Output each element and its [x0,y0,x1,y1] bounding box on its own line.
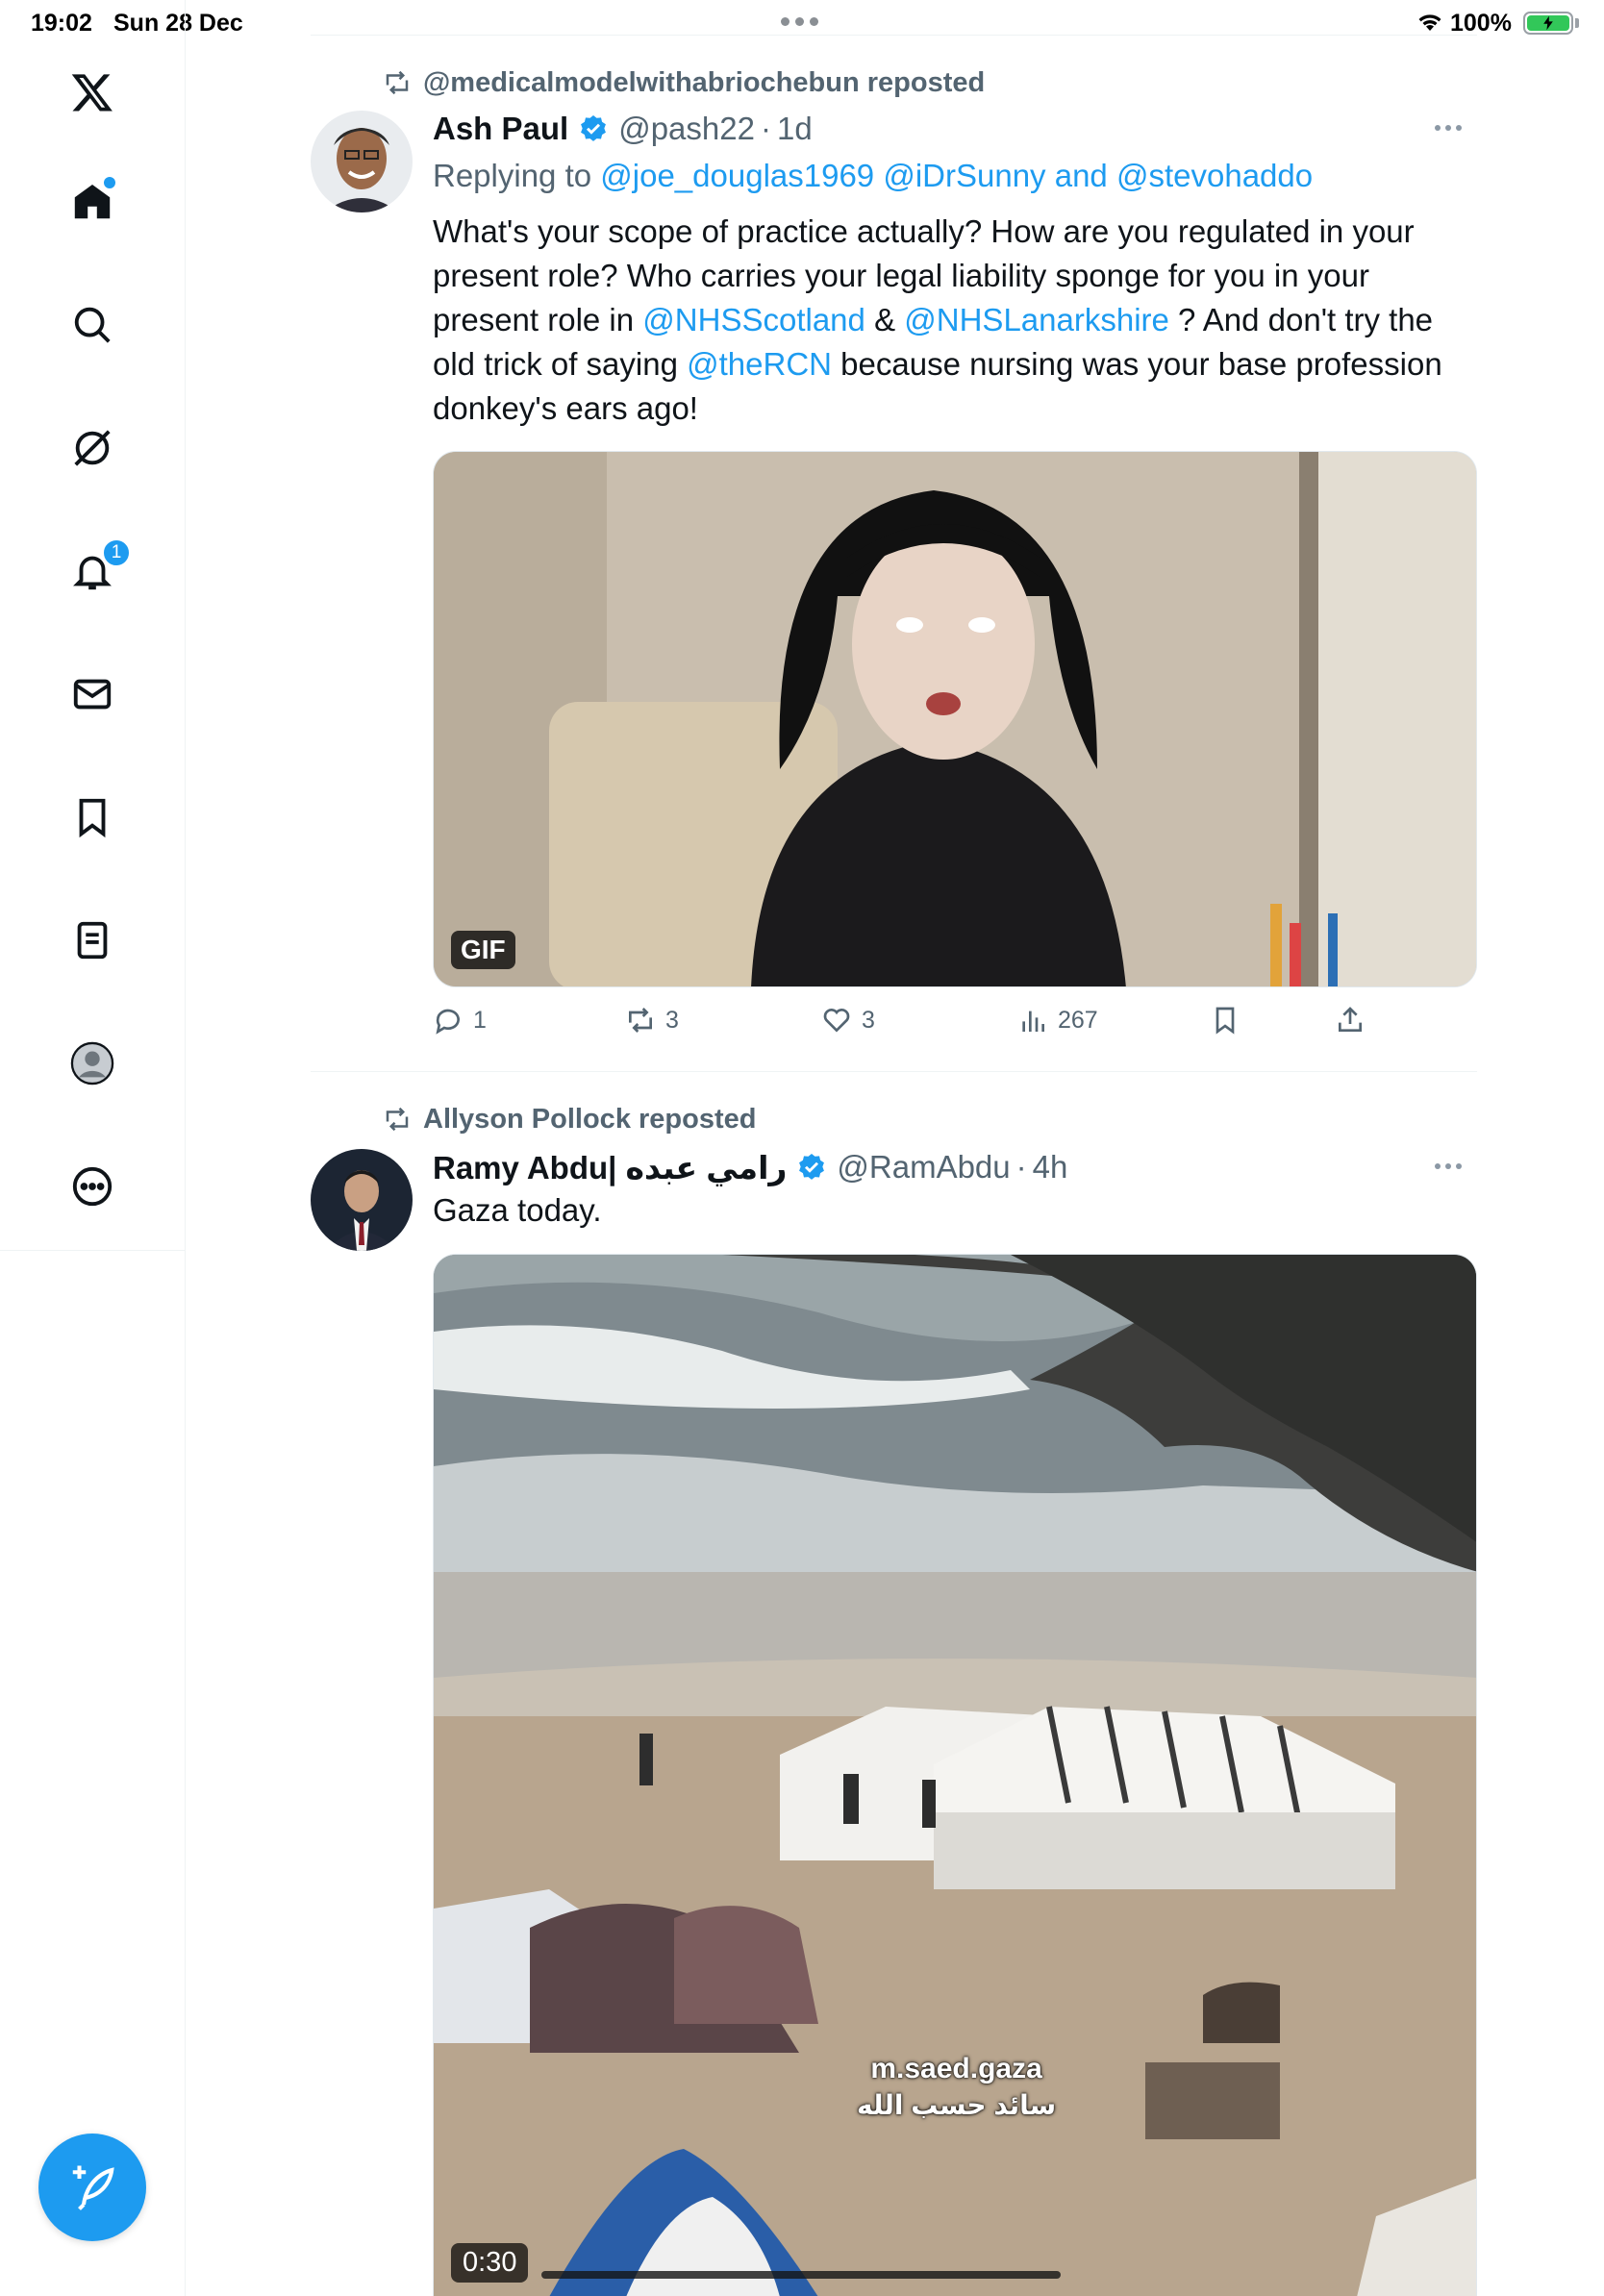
tweet-ash-paul[interactable]: @medicalmodelwithabriochebun reposted As… [311,58,1477,1072]
replying-to-mentions[interactable]: @joe_douglas1969 @iDrSunny [600,158,1045,193]
verified-badge-icon [799,1154,825,1180]
reply-count: 1 [473,1006,487,1034]
post-time[interactable]: 4h [1033,1149,1068,1185]
replying-to-prefix: Replying to [433,158,601,193]
gif-image [434,452,1476,986]
home-icon[interactable] [54,163,131,240]
status-bar: 19:02 Sun 28 Dec 100% [0,0,1604,44]
repost-label[interactable]: @medicalmodelwithabriochebun reposted [423,67,985,99]
video-watermark: m.saed.gaza سائد حسب الله [857,2053,1056,2121]
repost-label[interactable]: Allyson Pollock reposted [423,1104,756,1136]
tweet-video[interactable]: m.saed.gaza سائد حسب الله 0:30 [433,1254,1477,2296]
battery-percent: 100% [1450,10,1512,37]
tweet-actions: 1 3 3 267 [433,1005,1394,1043]
charging-bolt-icon [1543,15,1553,31]
gif-badge: GIF [451,931,515,969]
separator-dot: · [760,111,771,146]
multitasking-dots-icon[interactable] [781,17,818,26]
author-name[interactable]: Ash Paul [433,111,568,147]
share-button[interactable] [1335,1005,1366,1036]
video-progress-bar[interactable] [541,2271,1061,2279]
battery-nub [1575,18,1579,28]
mention-thercn[interactable]: @theRCN [687,346,832,382]
tweet-ramy-abdu[interactable]: Allyson Pollock reposted Ramy Abdu| رامي… [311,1094,1477,2296]
author-handle[interactable]: @RamAbdu [837,1149,1010,1185]
reply-button[interactable]: 1 [433,1005,487,1036]
compose-feather-icon [72,2165,114,2210]
search-icon[interactable] [54,287,131,363]
compose-post-button[interactable] [38,2134,146,2241]
views-button[interactable]: 267 [1017,1005,1098,1036]
video-frame [434,1255,1476,2296]
reply-icon [436,1009,460,1035]
repost-count: 3 [665,1006,679,1034]
author-name[interactable]: Ramy Abdu| رامي عبده [433,1149,787,1186]
more-options-icon[interactable] [54,1148,131,1225]
like-button[interactable]: 3 [821,1005,875,1036]
replying-to-last-mention[interactable]: @stevohaddo [1116,158,1313,193]
bookmark-icon [1216,1007,1235,1035]
header-divider [311,35,1477,36]
author-line: Ramy Abdu| رامي عبده @RamAbdu · 4h [433,1148,1067,1186]
messages-icon[interactable] [54,656,131,733]
lists-icon[interactable] [54,902,131,979]
notifications-icon[interactable]: 1 [54,533,131,610]
author-line: Ash Paul @pash22 · 1d [433,110,813,148]
like-count: 3 [862,1006,875,1034]
repost-icon [629,1008,652,1033]
tweet-text: Gaza today. [433,1192,602,1228]
grok-icon[interactable] [54,410,131,487]
home-unread-dot [104,177,115,188]
tweet-gif[interactable]: GIF [433,451,1477,987]
repost-indicator: @medicalmodelwithabriochebun reposted [383,65,985,100]
profile-avatar-icon[interactable] [54,1025,131,1102]
battery-icon [1523,12,1573,35]
bookmark-button[interactable] [1210,1005,1241,1036]
tweet-text-part: & [865,302,905,337]
tweet-text: What's your scope of practice actually? … [433,210,1477,431]
notifications-badge: 1 [102,538,131,567]
repost-indicator: Allyson Pollock reposted [383,1102,756,1136]
watermark-handle: m.saed.gaza [870,2053,1042,2084]
mention-nhslanarkshire[interactable]: @NHSLanarkshire [904,302,1169,337]
more-options-icon[interactable] [1419,113,1477,142]
sidebar: 1 [0,0,186,2296]
replying-to: Replying to @joe_douglas1969 @iDrSunny a… [433,158,1313,194]
more-options-icon[interactable] [1419,1152,1477,1181]
bookmarks-icon[interactable] [54,779,131,856]
repost-button[interactable]: 3 [625,1005,679,1036]
wifi-icon [1418,14,1441,31]
author-handle[interactable]: @pash22 [618,111,755,147]
x-logo-icon[interactable] [54,54,131,131]
verified-badge-icon [581,115,607,141]
tweet-divider [311,1071,1477,1072]
post-time[interactable]: 1d [777,111,813,147]
avatar[interactable] [311,1149,413,1251]
repost-icon [386,70,409,95]
replying-to-and: and [1045,158,1116,193]
views-icon [1022,1011,1044,1032]
separator-dot: · [1015,1149,1027,1185]
view-count: 267 [1058,1006,1098,1034]
watermark-name: سائد حسب الله [857,2090,1057,2120]
avatar[interactable] [311,111,413,212]
heart-icon [823,1009,850,1033]
repost-icon [386,1107,409,1132]
sidebar-divider [0,1250,185,1251]
share-icon [1339,1007,1362,1032]
mention-nhsscotland[interactable]: @NHSScotland [642,302,865,337]
video-duration: 0:30 [451,2243,529,2283]
